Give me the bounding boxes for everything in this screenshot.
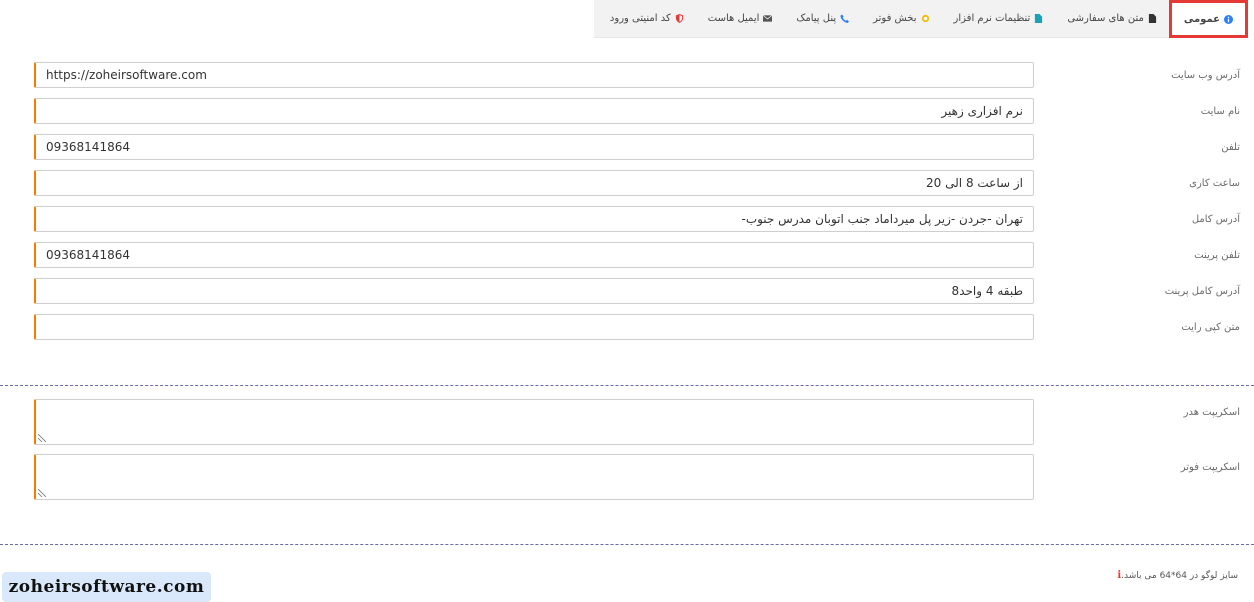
print-phone-label: تلفن پرینت: [1194, 250, 1240, 261]
section-divider: [0, 544, 1254, 545]
section-divider: [0, 385, 1254, 386]
settings-tabs: عمومی متن های سفارشی تنظیمات نرم افزار ب…: [593, 0, 1248, 38]
tab-footer-section-label: بخش فوتر: [873, 13, 917, 24]
resize-handle-icon[interactable]: [38, 434, 46, 442]
copyright-label: متن کپی رایت: [1181, 322, 1240, 333]
tab-custom-texts[interactable]: متن های سفارشی: [1055, 0, 1169, 38]
file-icon: [1148, 14, 1157, 23]
envelope-icon: [763, 14, 773, 23]
tab-login-captcha[interactable]: کد امنیتی ورود: [593, 0, 696, 38]
header-script-textarea[interactable]: [34, 399, 1034, 445]
tab-sms-panel-label: پنل پیامک: [796, 13, 837, 24]
site-name-label: نام سایت: [1200, 106, 1240, 117]
tab-software-settings-label: تنظیمات نرم افزار: [953, 13, 1031, 24]
sun-icon: [921, 14, 930, 23]
shield-icon: [675, 14, 684, 23]
tab-custom-texts-label: متن های سفارشی: [1067, 13, 1144, 24]
website-url-label: آدرس وب سایت: [1171, 70, 1240, 81]
tab-sms-panel[interactable]: پنل پیامک: [784, 0, 862, 38]
copyright-input[interactable]: [34, 314, 1034, 340]
logo-size-note: i سایز لوگو در 64*64 می باشد.: [1113, 570, 1238, 581]
tab-host-email[interactable]: ایمیل هاست: [695, 0, 785, 38]
file-icon: [1034, 14, 1043, 23]
footer-script-textarea[interactable]: [34, 454, 1034, 500]
print-address-label: آدرس کامل پرینت: [1164, 286, 1240, 297]
full-address-label: آدرس کامل: [1191, 214, 1240, 225]
phone-input[interactable]: 09368141864: [34, 134, 1034, 160]
working-hours-label: ساعت کاری: [1189, 178, 1240, 189]
tab-general[interactable]: عمومی: [1168, 0, 1248, 38]
website-url-input[interactable]: https://zoheirsoftware.com: [34, 62, 1034, 88]
print-address-input[interactable]: طبقه 4 واحد8: [34, 278, 1034, 304]
phone-icon: [840, 14, 850, 23]
watermark-badge: zoheirsoftware.com: [2, 572, 211, 602]
tab-footer-section[interactable]: بخش فوتر: [861, 0, 942, 38]
info-circle-icon: [1224, 14, 1233, 24]
header-script-label: اسکریپت هدر: [1183, 407, 1240, 418]
site-name-input[interactable]: نرم افزاری زهیر: [34, 98, 1034, 124]
resize-handle-icon[interactable]: [38, 489, 46, 497]
working-hours-input[interactable]: از ساعت 8 الی 20: [34, 170, 1034, 196]
print-phone-input[interactable]: 09368141864: [34, 242, 1034, 268]
logo-size-note-text: سایز لوگو در 64*64 می باشد.: [1121, 570, 1238, 581]
info-icon: i: [1117, 570, 1122, 581]
tab-general-label: عمومی: [1183, 13, 1220, 25]
full-address-input[interactable]: تهران -جردن -زیر پل میرداماد جنب اتوبان …: [34, 206, 1034, 232]
tab-login-captcha-label: کد امنیتی ورود: [609, 13, 671, 24]
phone-label: تلفن: [1221, 142, 1240, 153]
footer-script-label: اسکریپت فوتر: [1180, 462, 1240, 473]
tab-software-settings[interactable]: تنظیمات نرم افزار: [941, 0, 1056, 38]
tab-host-email-label: ایمیل هاست: [707, 13, 760, 24]
